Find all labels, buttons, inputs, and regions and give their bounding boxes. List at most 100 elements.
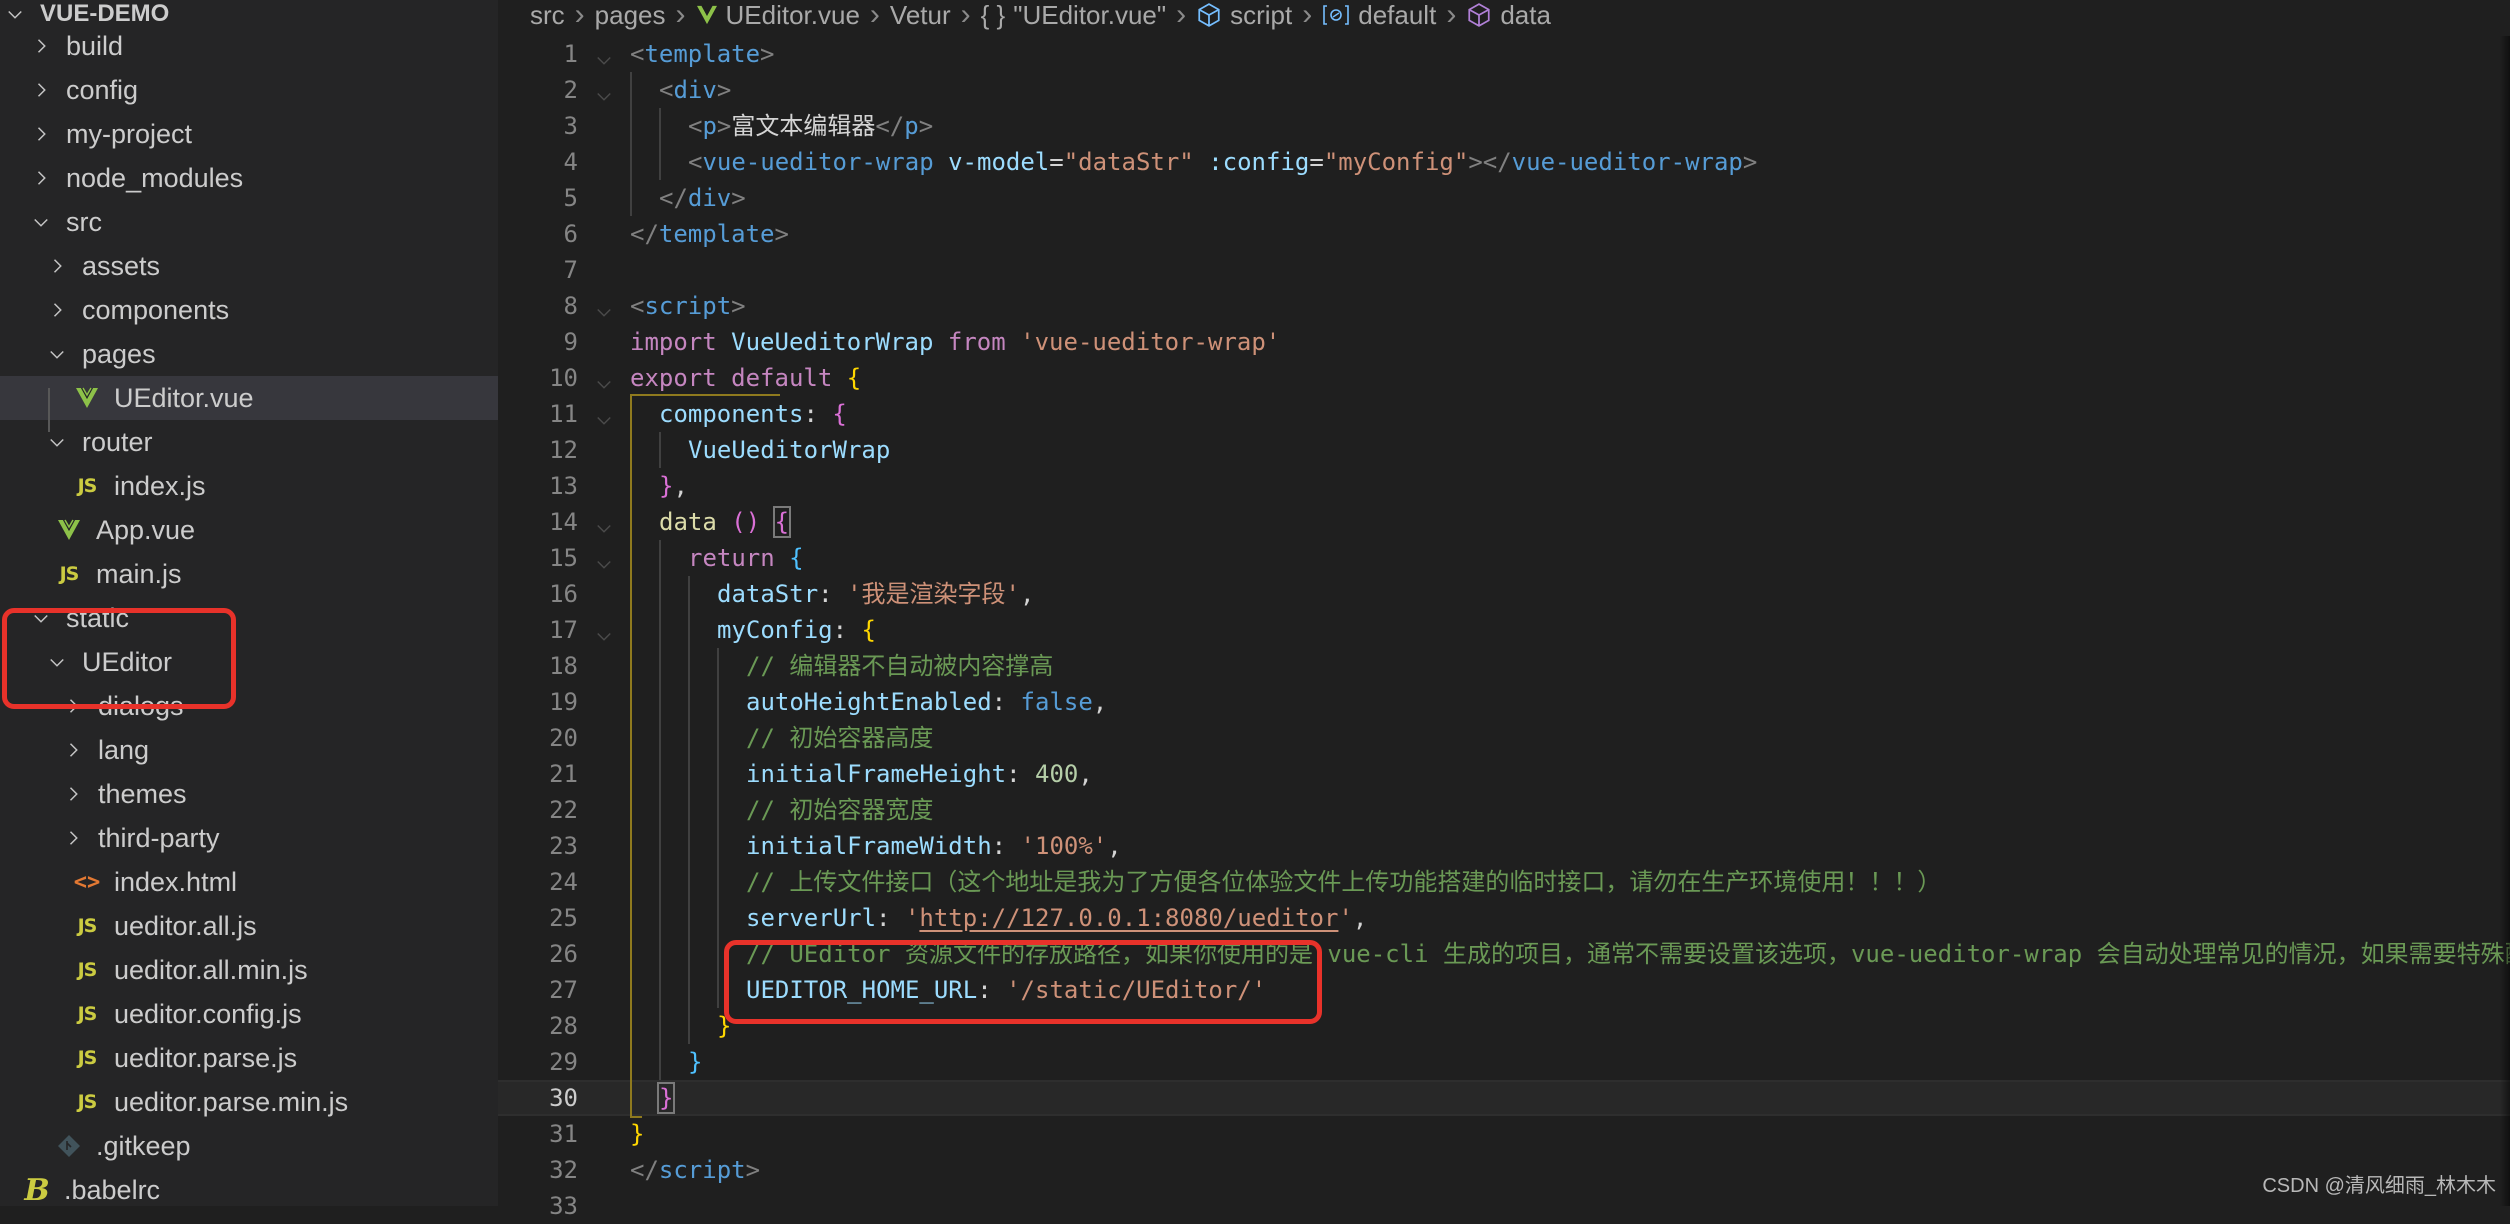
tree-file-index-html[interactable]: <> index.html	[0, 860, 498, 904]
tree-folder-my-project[interactable]: my-project	[0, 112, 498, 156]
code-line[interactable]: 32 </script>	[498, 1152, 2510, 1188]
tree-folder-components[interactable]: components	[0, 288, 498, 332]
chevron-right-icon[interactable]	[46, 255, 68, 277]
code-token: :	[1006, 760, 1035, 788]
tree-folder-build[interactable]: build	[0, 24, 498, 68]
code-line[interactable]: 30}	[498, 1080, 2510, 1116]
code-line[interactable]: 11 components: {	[498, 396, 2510, 432]
chevron-right-icon[interactable]	[30, 79, 52, 101]
code-token[interactable]: http://127.0.0.1:8080/ueditor	[919, 904, 1338, 932]
tree-folder-ueditor[interactable]: UEditor	[0, 640, 498, 684]
tree-folder-node-modules[interactable]: node_modules	[0, 156, 498, 200]
tree-folder-pages[interactable]: pages	[0, 332, 498, 376]
fold-chevron-icon[interactable]	[594, 620, 614, 641]
tree-file-ueditor-all-js[interactable]: JS ueditor.all.js	[0, 904, 498, 948]
tree-file-main-js[interactable]: JS main.js	[0, 552, 498, 596]
tree-file--gitkeep[interactable]: .gitkeep	[0, 1124, 498, 1168]
code-line[interactable]: 28}	[498, 1008, 2510, 1044]
breadcrumb-item[interactable]: pages	[595, 0, 666, 31]
code-line[interactable]: 29}	[498, 1044, 2510, 1080]
code-token: '我是渲染字段'	[847, 580, 1020, 608]
code-line[interactable]: 10 export default {	[498, 360, 2510, 396]
chevron-down-icon[interactable]	[30, 211, 52, 233]
code-editor[interactable]: 1 <template> 2 <div> 3 <p>富文本编辑器</p> 4 <vue-ued…	[498, 36, 2510, 1220]
code-line[interactable]: 16 dataStr: '我是渲染字段',	[498, 576, 2510, 612]
code-line[interactable]: 12 VueUeditorWrap	[498, 432, 2510, 468]
fold-chevron-icon[interactable]	[594, 512, 614, 533]
code-line[interactable]: 13},	[498, 468, 2510, 504]
code-line[interactable]: 2 <div>	[498, 72, 2510, 108]
code-line[interactable]: 17 myConfig: {	[498, 612, 2510, 648]
chevron-down-icon[interactable]	[46, 651, 68, 673]
fold-chevron-icon[interactable]	[594, 44, 614, 65]
tree-file-ueditor-all-min-js[interactable]: JS ueditor.all.min.js	[0, 948, 498, 992]
fold-chevron-icon[interactable]	[594, 296, 614, 317]
tree-folder-src[interactable]: src	[0, 200, 498, 244]
fold-chevron-icon[interactable]	[594, 80, 614, 101]
chevron-right-icon[interactable]	[62, 739, 84, 761]
tree-folder-lang[interactable]: lang	[0, 728, 498, 772]
chevron-right-icon[interactable]	[62, 695, 84, 717]
code-line[interactable]: 9 import VueUeditorWrap from 'vue-ueditor…	[498, 324, 2510, 360]
code-line[interactable]: 19 autoHeightEnabled: false,	[498, 684, 2510, 720]
chevron-right-icon[interactable]	[30, 35, 52, 57]
tree-folder-static[interactable]: static	[0, 596, 498, 640]
code-line[interactable]: 26 // UEditor 资源文件的存放路径，如果你使用的是 vue-cli 生…	[498, 936, 2510, 972]
code-token: dataStr	[717, 580, 819, 608]
code-line[interactable]: 18 // 编辑器不自动被内容撑高	[498, 648, 2510, 684]
chevron-down-icon[interactable]	[46, 431, 68, 453]
code-line[interactable]: 25 serverUrl: 'http://127.0.0.1:8080/uedi…	[498, 900, 2510, 936]
code-token: >	[731, 184, 746, 212]
breadcrumb-item[interactable]: src	[530, 0, 565, 31]
chevron-down-icon[interactable]	[30, 607, 52, 629]
code-line[interactable]: 6 </template>	[498, 216, 2510, 252]
code-line[interactable]: 24 // 上传文件接口（这个地址是我为了方便各位体验文件上传功能搭建的临时接口，…	[498, 864, 2510, 900]
tree-folder-config[interactable]: config	[0, 68, 498, 112]
tree-file-app-vue[interactable]: App.vue	[0, 508, 498, 552]
breadcrumb-item[interactable]: default	[1322, 0, 1436, 31]
code-line[interactable]: 7	[498, 252, 2510, 288]
tree-file-index-js[interactable]: JS index.js	[0, 464, 498, 508]
chevron-right-icon[interactable]	[30, 123, 52, 145]
tree-folder-themes[interactable]: themes	[0, 772, 498, 816]
tree-folder-dialogs[interactable]: dialogs	[0, 684, 498, 728]
chevron-right-icon[interactable]	[62, 783, 84, 805]
code-line[interactable]: 21 initialFrameHeight: 400,	[498, 756, 2510, 792]
code-line[interactable]: 15 return {	[498, 540, 2510, 576]
tree-file-ueditor-parse-js[interactable]: JS ueditor.parse.js	[0, 1036, 498, 1080]
code-line[interactable]: 23 initialFrameWidth: '100%',	[498, 828, 2510, 864]
tree-file-ueditor-vue[interactable]: UEditor.vue	[0, 376, 498, 420]
fold-chevron-icon[interactable]	[594, 404, 614, 425]
breadcrumb-item[interactable]: data	[1466, 0, 1551, 31]
code-token: ,	[673, 472, 688, 500]
tree-folder-third-party[interactable]: third-party	[0, 816, 498, 860]
tree-folder-assets[interactable]: assets	[0, 244, 498, 288]
code-line[interactable]: 5 </div>	[498, 180, 2510, 216]
chevron-down-icon[interactable]	[46, 343, 68, 365]
code-line[interactable]: 33	[498, 1188, 2510, 1224]
breadcrumb-item[interactable]: script	[1196, 0, 1292, 31]
code-line[interactable]: 8 <script>	[498, 288, 2510, 324]
code-line[interactable]: 27 UEDITOR_HOME_URL: '/static/UEditor/'	[498, 972, 2510, 1008]
chevron-right-icon[interactable]	[46, 299, 68, 321]
code-line[interactable]: 22 // 初始容器宽度	[498, 792, 2510, 828]
breadcrumb-item[interactable]: Vetur	[890, 0, 951, 31]
indent-guide	[659, 720, 661, 756]
tree-file-ueditor-config-js[interactable]: JS ueditor.config.js	[0, 992, 498, 1036]
code-line[interactable]: 3 <p>富文本编辑器</p>	[498, 108, 2510, 144]
code-line[interactable]: 4 <vue-ueditor-wrap v-model="dataStr" :co…	[498, 144, 2510, 180]
code-line[interactable]: 1 <template>	[498, 36, 2510, 72]
tree-folder-router[interactable]: router	[0, 420, 498, 464]
code-line[interactable]: 31}	[498, 1116, 2510, 1152]
fold-chevron-icon[interactable]	[594, 548, 614, 569]
breadcrumb-item[interactable]: UEditor.vue	[696, 0, 860, 31]
tree-file-ueditor-parse-min-js[interactable]: JS ueditor.parse.min.js	[0, 1080, 498, 1124]
chevron-right-icon[interactable]	[30, 167, 52, 189]
code-line[interactable]: 14 data () {	[498, 504, 2510, 540]
chevron-right-icon[interactable]	[62, 827, 84, 849]
code-line[interactable]: 20 // 初始容器高度	[498, 720, 2510, 756]
fold-chevron-icon[interactable]	[594, 368, 614, 389]
breadcrumb-item[interactable]: { } "UEditor.vue"	[981, 0, 1166, 31]
tree-file--babelrc[interactable]: B .babelrc	[0, 1168, 498, 1207]
